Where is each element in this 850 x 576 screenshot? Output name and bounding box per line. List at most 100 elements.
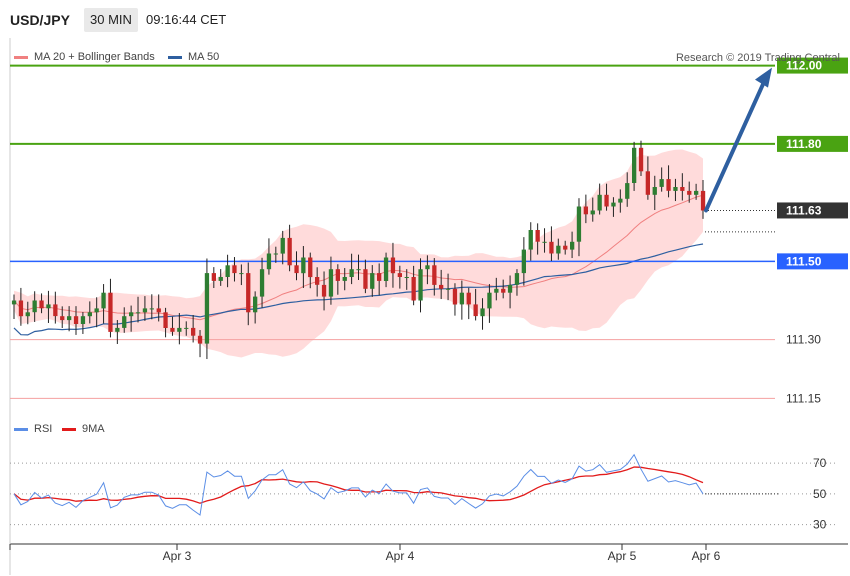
credit-label: Research © 2019 Trading Central	[675, 52, 840, 64]
candle-body	[632, 147, 637, 183]
time-label: Apr 3	[163, 549, 192, 563]
candle-body	[46, 304, 51, 309]
candle-body	[563, 245, 568, 250]
candle-body	[184, 327, 189, 329]
candle-body	[549, 241, 554, 254]
candle-body	[349, 269, 354, 277]
rsi-ma-line	[13, 466, 704, 504]
candle-body	[115, 327, 120, 332]
symbol-label: USD/JPY	[10, 12, 70, 28]
timeframe-label[interactable]: 30 MIN	[84, 8, 138, 32]
candle-body	[480, 308, 485, 317]
candle-body	[494, 288, 499, 293]
candle-body	[328, 269, 334, 297]
candle-body	[618, 198, 623, 203]
candle-body	[135, 312, 141, 314]
candle-body	[273, 253, 278, 255]
candle-body	[39, 300, 44, 309]
candle-body	[294, 265, 299, 274]
level-label-111.50: 111.50	[786, 254, 822, 268]
candle-body	[535, 230, 540, 242]
candle-body	[425, 265, 430, 270]
candle-body	[652, 187, 657, 195]
candle-body	[259, 269, 265, 297]
candle-body	[370, 273, 375, 289]
legend-rsi-label: RSI	[34, 423, 53, 435]
candle-body	[11, 300, 17, 305]
candle-body	[583, 206, 588, 215]
candle-body	[459, 292, 464, 305]
time-label: Apr 5	[608, 549, 637, 563]
candle-body	[556, 245, 561, 254]
candle-body	[590, 210, 595, 215]
level-label-111.30: 111.30	[786, 333, 821, 347]
candle-body	[211, 273, 216, 281]
rsi-line	[13, 453, 704, 516]
candle-body	[521, 249, 526, 274]
legend-ma50: MA 50	[168, 51, 219, 63]
candle-body	[432, 265, 437, 285]
candle-body	[25, 312, 30, 317]
candle-body	[383, 257, 389, 281]
rsi-tick-label: 50	[813, 487, 827, 501]
candle-body	[680, 187, 685, 191]
9ma-swatch	[62, 427, 76, 431]
candle-body	[73, 316, 79, 324]
candle-body	[191, 327, 196, 336]
chart-canvas: 112.00111.80111.63111.50111.30111.153050…	[9, 38, 848, 575]
candle-body	[659, 179, 664, 187]
level-label-111.80: 111.80	[786, 137, 822, 151]
level-label-111.63: 111.63	[786, 203, 822, 217]
candle-body	[666, 179, 671, 191]
candle-body	[528, 230, 533, 250]
candle-body	[507, 284, 513, 293]
candle-body	[253, 296, 258, 313]
legend-9ma-label: 9MA	[82, 423, 105, 435]
candle-body	[466, 292, 471, 305]
candle-body	[611, 202, 616, 207]
candle-body	[404, 277, 409, 278]
candle-body	[149, 308, 154, 310]
projection-arrow-head	[755, 67, 772, 88]
candle-body	[122, 316, 127, 328]
candle-body	[418, 269, 423, 301]
chart-root: 112.00 111.80 111.63 111.50 111.30 111.15 30 50…	[0, 0, 850, 576]
candle-body	[700, 190, 706, 211]
candle-body	[321, 284, 327, 297]
candle-body	[301, 257, 306, 274]
legend-ma20-label: MA 20 + Bollinger Bands	[34, 51, 155, 63]
candle-body	[18, 300, 24, 317]
candle-body	[177, 327, 182, 332]
candle-body	[225, 265, 230, 277]
candle-body	[67, 316, 72, 321]
candle-body	[315, 277, 320, 285]
candle-body	[638, 147, 644, 172]
candle-body	[204, 273, 210, 344]
candle-body	[687, 190, 692, 195]
candle-body	[156, 308, 161, 313]
rsi-tick-label: 30	[813, 518, 827, 532]
candle-body	[335, 269, 340, 281]
rsi-tick-label: 70	[813, 456, 827, 470]
candle-body	[108, 292, 113, 332]
candle-body	[445, 288, 451, 290]
candle-body	[218, 277, 223, 281]
candle-body	[246, 273, 251, 313]
candle-body	[342, 277, 347, 281]
candle-body	[377, 273, 382, 281]
candle-body	[308, 257, 313, 278]
candle-body	[287, 237, 292, 266]
legend-ma50-label: MA 50	[188, 51, 220, 63]
candle-body	[32, 300, 37, 313]
candle-body	[473, 304, 478, 317]
level-label-111.15: 111.15	[786, 391, 821, 405]
candle-body	[197, 335, 203, 344]
candle-body	[487, 292, 492, 309]
candle-body	[397, 273, 402, 277]
candle-body	[101, 292, 106, 309]
ma20-swatch	[14, 55, 28, 59]
candle-body	[597, 194, 602, 211]
candle-body	[452, 288, 458, 305]
candle-body	[280, 237, 285, 254]
candle-body	[129, 312, 134, 317]
